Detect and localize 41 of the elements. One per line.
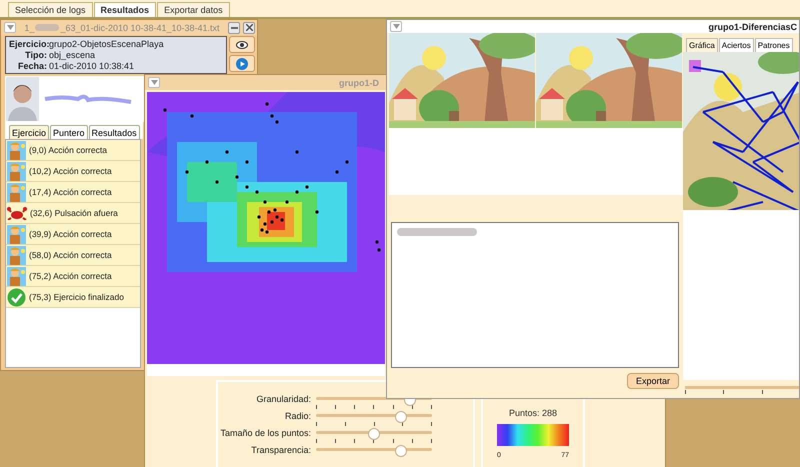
event-row[interactable]: (75,2) Acción correcta: [6, 266, 140, 287]
window-title: grupo1-DiferenciasC: [707, 22, 797, 32]
event-text: (9,0) Acción correcta: [29, 145, 107, 155]
event-row[interactable]: (58,0) Acción correcta: [6, 245, 140, 266]
tab[interactable]: Selección de logs: [8, 2, 93, 17]
tab[interactable]: Resultados: [88, 125, 140, 139]
event-text: (75,3) Ejercicio finalizado: [29, 292, 124, 302]
tab[interactable]: Aciertos: [718, 38, 754, 52]
tab[interactable]: Patrones: [754, 38, 793, 52]
points-count: Puntos: 288: [508, 408, 558, 418]
tab[interactable]: Gráfica: [686, 38, 718, 52]
slider-label: Granularidad:: [255, 394, 312, 404]
tab[interactable]: Exportar datos: [157, 2, 230, 17]
window-title: grupo1-D: [338, 78, 380, 88]
window-title: _63_01-dic-2010 10-38-41_10-38-41.txt: [60, 22, 220, 32]
slider-label: Radio:: [284, 411, 312, 421]
event-text: (17,4) Acción correcta: [29, 187, 112, 197]
slider-label: Tamaño de los puntos:: [219, 428, 312, 438]
field-value: 01-dic-2010 10:38:41: [49, 61, 134, 71]
event-text: (75,2) Acción correcta: [29, 271, 112, 281]
event-row[interactable]: (9,0) Acción correcta: [6, 140, 140, 161]
event-row[interactable]: (39,9) Acción correcta: [6, 224, 140, 245]
field-value: obj_escena: [49, 50, 96, 60]
export-button[interactable]: Exportar: [626, 373, 679, 389]
event-text: (58,0) Acción correcta: [29, 250, 112, 260]
tab[interactable]: Puntero: [50, 125, 88, 139]
event-row[interactable]: (75,3) Ejercicio finalizado: [6, 287, 140, 308]
field-label: Tipo:: [24, 50, 47, 60]
field-label: Fecha:: [16, 61, 47, 71]
event-text: (10,2) Acción correcta: [29, 166, 112, 176]
window-title: 1_: [24, 22, 34, 32]
event-row[interactable]: (17,4) Acción correcta: [6, 182, 140, 203]
event-text: (32,6) Pulsación afuera: [30, 208, 118, 218]
tab[interactable]: Ejercicio: [9, 125, 50, 139]
event-row[interactable]: (32,6) Pulsación afuera: [6, 203, 140, 224]
field-value: grupo2-ObjetosEscenaPlaya: [49, 39, 164, 49]
event-row[interactable]: (10,2) Acción correcta: [6, 161, 140, 182]
field-label: Ejercicio:: [9, 39, 47, 49]
tab[interactable]: Resultados: [94, 2, 156, 17]
event-text: (39,9) Acción correcta: [29, 229, 112, 239]
slider-label: Transparencia:: [250, 445, 312, 455]
